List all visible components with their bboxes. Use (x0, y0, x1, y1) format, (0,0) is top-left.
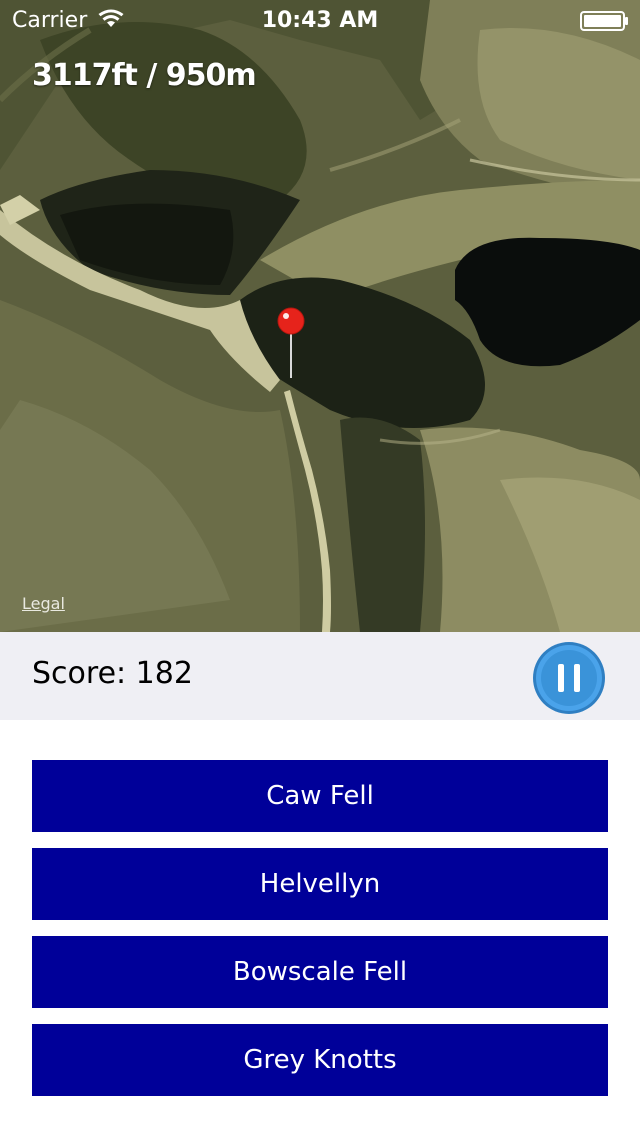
battery-icon (580, 11, 628, 31)
score-bar: Score: 182 (0, 632, 640, 720)
map-pin-icon[interactable] (275, 306, 307, 380)
answer-button-bowscale-fell[interactable]: Bowscale Fell (32, 936, 608, 1008)
altitude-label: 3117ft / 950m (32, 58, 257, 93)
status-bar: Carrier 10:43 AM (0, 0, 640, 40)
status-clock: 10:43 AM (261, 8, 379, 33)
map-terrain (0, 0, 640, 632)
screen: Carrier 10:43 AM 3117ft / 950m Legal Sco… (0, 0, 640, 1136)
answer-button-grey-knotts[interactable]: Grey Knotts (32, 1024, 608, 1096)
answer-button-helvellyn[interactable]: Helvellyn (32, 848, 608, 920)
score-label: Score: 182 (32, 656, 193, 691)
satellite-map[interactable]: Carrier 10:43 AM 3117ft / 950m Legal (0, 0, 640, 632)
legal-link[interactable]: Legal (22, 594, 65, 613)
answer-button-caw-fell[interactable]: Caw Fell (32, 760, 608, 832)
answer-list: Caw Fell Helvellyn Bowscale Fell Grey Kn… (32, 760, 608, 1112)
pause-button[interactable] (531, 640, 607, 716)
